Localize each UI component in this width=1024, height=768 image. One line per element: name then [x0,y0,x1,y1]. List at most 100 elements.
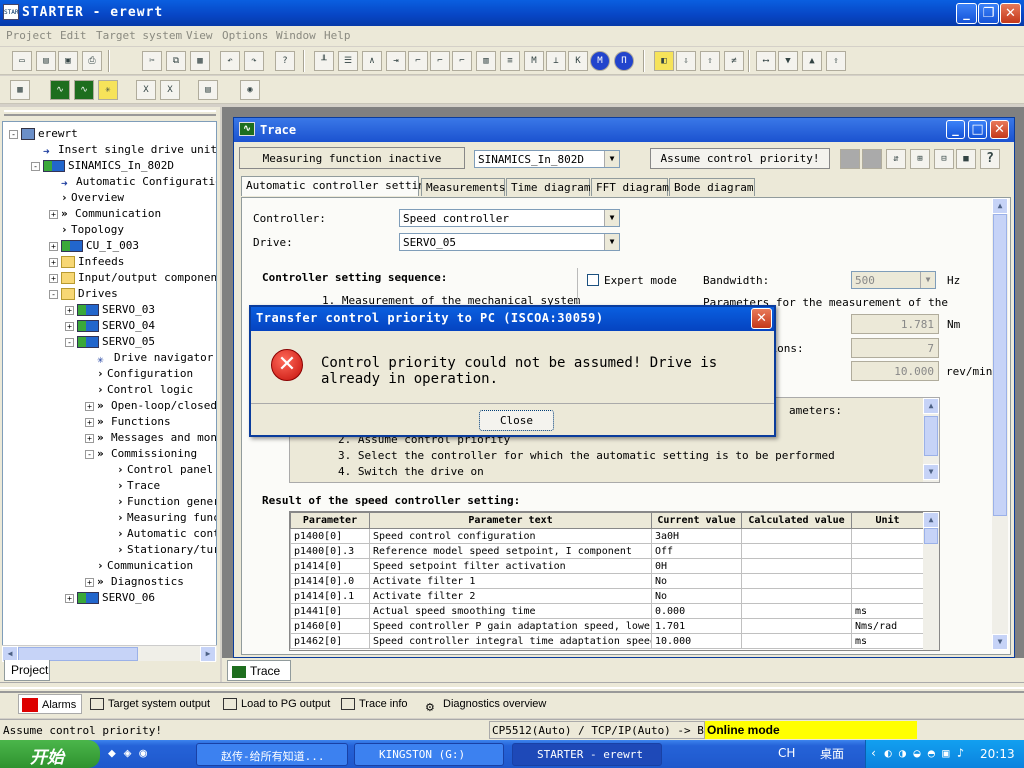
cut-icon[interactable]: ✂ [142,51,162,71]
menu-edit[interactable]: Edit [60,29,87,42]
expand-icon[interactable]: + [49,273,58,283]
tree-item[interactable]: +» Open-loop/closed-loop control [85,398,216,414]
tab-fft-diagram[interactable]: FFT diagram [591,178,669,196]
tree-item[interactable]: ›Measuring function [105,510,216,526]
table-scrollbar[interactable]: ▲ [923,512,939,650]
tree-item[interactable]: -» Commissioning [85,446,197,462]
new-icon[interactable]: ▭ [12,51,32,71]
tree-item[interactable]: - SINAMICS_In_802D [31,158,174,174]
torque-field[interactable]: 1.781 [851,314,939,334]
tree-alt-icon[interactable]: ⊟ [934,149,954,169]
project-tree[interactable]: - erewrt ➜ Insert single drive unit - SINAMIC… [2,121,217,661]
tree-item[interactable]: › Configuration [85,366,193,382]
tree-item[interactable]: › Communication [85,558,193,574]
tab-automatic-controller-setting[interactable]: Automatic controller setting [241,176,431,196]
splitter[interactable] [0,687,1024,693]
scroll-thumb[interactable] [18,647,138,661]
tree-item[interactable]: › Control panel [105,462,213,478]
table-row[interactable]: p1414[0].1 Activate filter 2 No [290,588,924,604]
expand-icon[interactable]: + [85,417,94,427]
chevron-down-icon[interactable]: ▼ [604,234,619,250]
tab-project[interactable]: Project [4,660,50,681]
trace-close-button[interactable]: ✕ [990,120,1009,139]
result-table[interactable]: Parameter Parameter text Current value Calc… [289,511,940,651]
pulse-circle-icon[interactable]: Π [614,51,634,71]
task-kingston[interactable]: KINGSTON (G:) [354,743,504,766]
collapse-icon[interactable]: - [9,129,18,139]
tree-item[interactable]: ➜ Insert single drive unit [31,142,216,158]
close-button[interactable]: ✕ [1000,3,1021,24]
table-row[interactable]: p1441[0] Actual speed smoothing time 0.000… [290,603,924,619]
expand-icon[interactable]: + [65,593,74,603]
tool-icon[interactable]: ⌐ [408,51,428,71]
help-icon[interactable]: ? [980,149,1000,169]
calculator-icon[interactable]: ▤ [198,80,218,100]
trace-icon[interactable]: ∿ [50,80,70,100]
tree-item[interactable]: ›Automatic controller setting [105,526,216,542]
tab-bode-diagram[interactable]: Bode diagram [669,178,755,196]
speed-field[interactable]: 10.000 [851,361,939,381]
dialog-close-button[interactable]: Close [479,410,554,431]
load-icon[interactable]: ▼ [778,51,798,71]
trace-minimize-button[interactable]: _ [946,120,965,139]
expand-icon[interactable]: + [65,321,74,331]
tree-item[interactable]: › Overview [49,190,124,206]
upload-icon[interactable]: ⇧ [700,51,720,71]
expand-icon[interactable]: + [85,433,94,443]
collapse-icon[interactable]: - [85,449,94,459]
device-select[interactable]: SINAMICS_In_802D ▼ [474,150,620,168]
tool-icon[interactable]: ☰ [338,51,358,71]
tree-item[interactable]: + SERVO_03 [65,302,155,318]
scroll-thumb[interactable] [993,214,1007,516]
tool-icon[interactable]: ≡ [500,51,520,71]
tree-item[interactable]: + SERVO_04 [65,318,155,334]
connect-icon[interactable]: ⟷ [756,51,776,71]
expand-icon[interactable]: + [65,305,74,315]
tree-item[interactable]: - Drives [49,286,118,302]
tree-item[interactable]: › Trace [105,478,160,494]
tree-item[interactable]: + CU_I_003 [49,238,139,254]
fx-icon[interactable]: X [136,80,156,100]
tool-icon[interactable]: K [568,51,588,71]
language-indicator[interactable]: CH [778,746,795,760]
restore-button[interactable]: ❐ [978,3,999,24]
menu-window[interactable]: Window [276,29,316,42]
tree-item[interactable]: +» Functions [85,414,171,430]
column-header[interactable]: Unit [851,512,924,529]
tool-icon[interactable]: ⌐ [452,51,472,71]
stop-icon[interactable]: ■ [956,149,976,169]
table-row[interactable]: p1400[0] Speed control configuration 3a0H [290,528,924,544]
desktop-toolbar[interactable]: 桌面 [820,745,844,762]
tool-icon[interactable]: ╨ [314,51,334,71]
tool-icon[interactable]: ⇥ [386,51,406,71]
expand-icon[interactable]: + [49,257,58,267]
collapse-icon[interactable]: - [49,289,58,299]
table-row[interactable]: p1462[0] Speed controller integral time a… [290,633,924,649]
tree-item[interactable]: - SERVO_05 [65,334,155,350]
scroll-down-icon[interactable]: ▼ [923,464,939,480]
quicklaunch-icons[interactable]: ◆ ◈ ◉ [108,746,147,761]
paste-icon[interactable]: ▦ [190,51,210,71]
chevron-down-icon[interactable]: ▼ [604,151,619,167]
start-button[interactable]: 开始 [0,740,100,768]
tree-item[interactable]: - erewrt [9,126,78,142]
column-header[interactable]: Calculated value [741,512,852,529]
task-starter[interactable]: STARTER - erewrt [512,743,662,766]
collapse-icon[interactable]: - [31,161,40,171]
tree-item[interactable]: ➜ Automatic Configuration [49,174,216,190]
expand-icon[interactable]: + [49,241,58,251]
tree-item[interactable]: + Infeeds [49,254,124,270]
scroll-up-icon[interactable]: ▲ [923,398,939,414]
expert-mode-checkbox[interactable] [587,274,599,286]
controller-select[interactable]: Speed controller ▼ [399,209,620,227]
copy-icon[interactable]: ⧉ [166,51,186,71]
tree-item[interactable]: +» Diagnostics [85,574,184,590]
collapse-icon[interactable]: - [65,337,74,347]
minimize-button[interactable]: _ [956,3,977,24]
tool-icon[interactable]: ∧ [362,51,382,71]
tab-alarms[interactable]: Alarms [18,694,82,714]
chevron-down-icon[interactable]: ▼ [920,272,935,288]
redo-icon[interactable]: ↷ [244,51,264,71]
scroll-up-icon[interactable]: ▲ [923,512,939,528]
online-icon[interactable]: ◧ [654,51,674,71]
